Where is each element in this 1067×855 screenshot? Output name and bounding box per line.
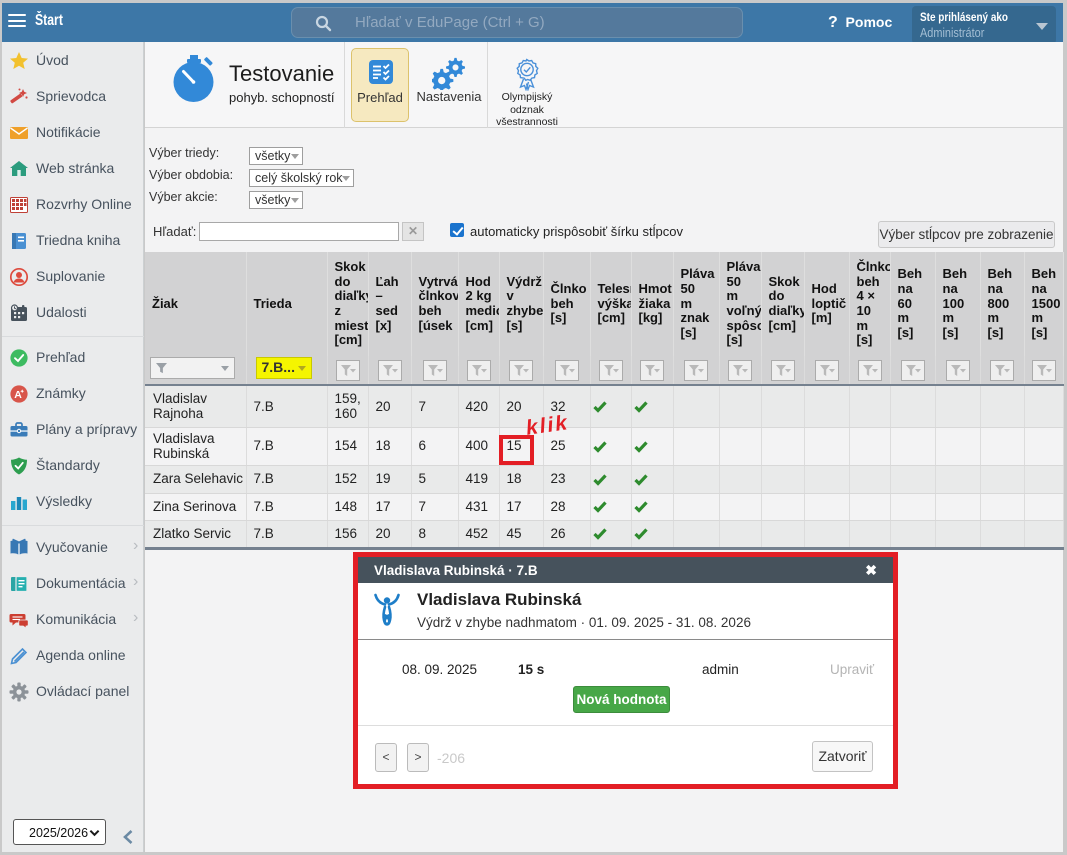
svg-text:A: A [14,389,22,401]
